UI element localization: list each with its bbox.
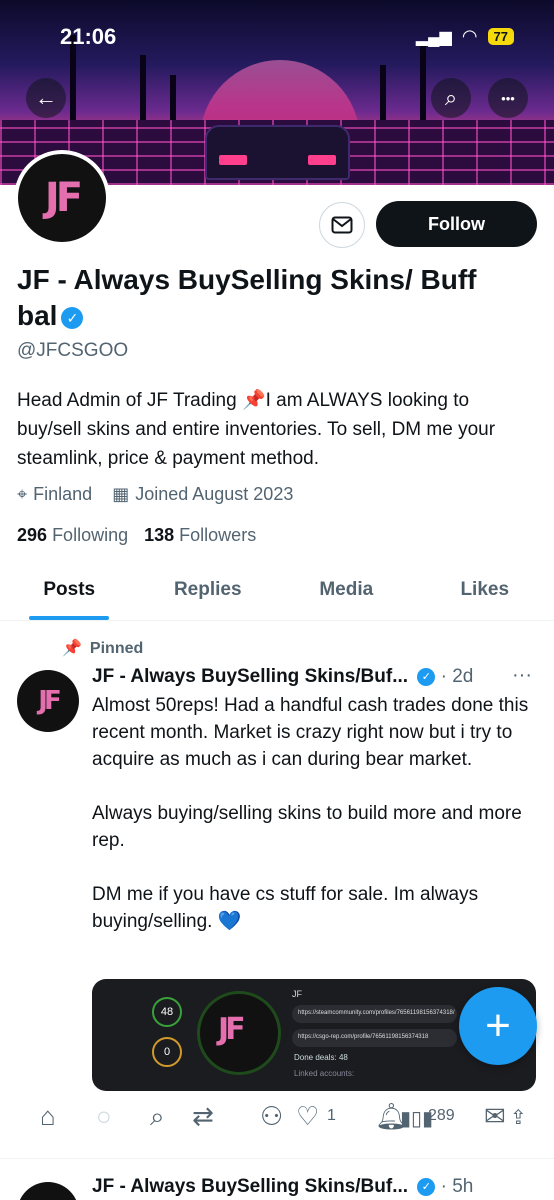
post-time[interactable]: 2d xyxy=(452,666,473,687)
communities-icon[interactable]: ⚇ xyxy=(260,1101,283,1132)
profile-display-name: JF - Always BuySelling Skins/ Buff bal ✓ xyxy=(17,264,477,331)
join-date: ▦ Joined August 2023 xyxy=(112,484,294,504)
repost-icon[interactable]: ⇄ xyxy=(192,1101,214,1132)
rep-link: https://csgo-rep.com/profile/76561198156… xyxy=(292,1029,457,1047)
status-icons: ▂▄▆ ◠ 77 xyxy=(416,26,514,47)
compose-button[interactable]: + xyxy=(459,987,537,1065)
steam-link: https://steamcommunity.com/profiles/7656… xyxy=(292,1005,457,1023)
more-icon: ··· xyxy=(512,664,532,686)
reply-icon[interactable]: ○ xyxy=(96,1101,112,1132)
signal-icon: ▂▄▆ xyxy=(415,28,452,46)
profile-handle: @JFCSGOO xyxy=(17,340,129,361)
next-post-header: JF - Always BuySelling Skins/Buf... ✓ · … xyxy=(92,1176,474,1197)
search-button[interactable]: ⌕ xyxy=(431,78,471,118)
linked-accounts: Linked accounts: xyxy=(294,1069,355,1078)
search-icon[interactable]: ⌕ xyxy=(150,1101,165,1133)
follow-button[interactable]: Follow xyxy=(376,201,537,247)
pinned-label: 📌 Pinned xyxy=(62,640,144,657)
search-icon: ⌕ xyxy=(444,85,458,110)
messages-icon[interactable]: ✉ xyxy=(484,1101,506,1132)
views-count: 289 xyxy=(428,1107,455,1124)
jf-logo: JF xyxy=(44,175,83,221)
more-icon: ••• xyxy=(501,90,515,106)
wifi-icon: ◠ xyxy=(461,26,478,46)
profile-meta: ⌖ Finland ▦ Joined August 2023 xyxy=(17,484,293,505)
status-time: 21:06 xyxy=(60,24,117,49)
verified-badge-icon: ✓ xyxy=(417,1177,436,1196)
banner-car xyxy=(205,125,350,180)
like-icon[interactable]: ♡ xyxy=(296,1101,319,1132)
media-title: JF xyxy=(292,989,302,999)
jf-logo: JF xyxy=(218,1012,246,1047)
calendar-icon: ▦ xyxy=(112,484,130,504)
tab-posts[interactable]: Posts xyxy=(0,565,139,620)
envelope-icon xyxy=(331,216,353,234)
rep-down-badge: 0 xyxy=(152,1037,182,1067)
jf-logo: JF xyxy=(38,686,62,716)
profile-tabs: Posts Replies Media Likes xyxy=(0,565,554,621)
tab-likes[interactable]: Likes xyxy=(416,565,554,620)
share-icon[interactable]: ⇪ xyxy=(510,1105,527,1130)
done-deals: Done deals: 48 xyxy=(294,1053,348,1062)
back-arrow-icon: ← xyxy=(35,85,57,110)
post-header: JF - Always BuySelling Skins/Buf... ✓ · … xyxy=(92,666,474,687)
message-button[interactable] xyxy=(319,202,365,248)
tab-media[interactable]: Media xyxy=(277,565,416,620)
tab-replies[interactable]: Replies xyxy=(139,565,278,620)
rep-up-badge: 48 xyxy=(152,997,182,1027)
battery-indicator: 77 xyxy=(487,28,514,45)
more-options-button[interactable]: ••• xyxy=(488,78,528,118)
like-count: 1 xyxy=(327,1107,336,1124)
followers-link[interactable]: 138 Followers xyxy=(144,525,256,546)
plus-icon: + xyxy=(485,1001,511,1050)
location: ⌖ Finland xyxy=(17,484,93,504)
verified-badge-icon: ✓ xyxy=(61,306,84,329)
post-text: Almost 50reps! Had a handful cash trades… xyxy=(92,695,529,932)
pin-icon: 📌 xyxy=(62,640,82,657)
post-author[interactable]: JF - Always BuySelling Skins/Buf... xyxy=(92,666,408,687)
home-icon[interactable]: ⌂ xyxy=(40,1101,56,1132)
profile-avatar[interactable]: JF xyxy=(14,150,110,246)
post-avatar[interactable]: JF xyxy=(17,670,79,732)
verified-badge-icon: ✓ xyxy=(417,667,436,686)
media-avatar-ring: JF xyxy=(197,991,281,1075)
following-link[interactable]: 296 Following xyxy=(17,525,128,546)
back-button[interactable]: ← xyxy=(26,78,66,118)
post-more-button[interactable]: ··· xyxy=(512,664,532,687)
profile-bio: Head Admin of JF Trading 📌I am ALWAYS lo… xyxy=(17,390,496,469)
follow-stats: 296 Following 138 Followers xyxy=(17,525,256,546)
location-pin-icon: ⌖ xyxy=(17,484,28,504)
